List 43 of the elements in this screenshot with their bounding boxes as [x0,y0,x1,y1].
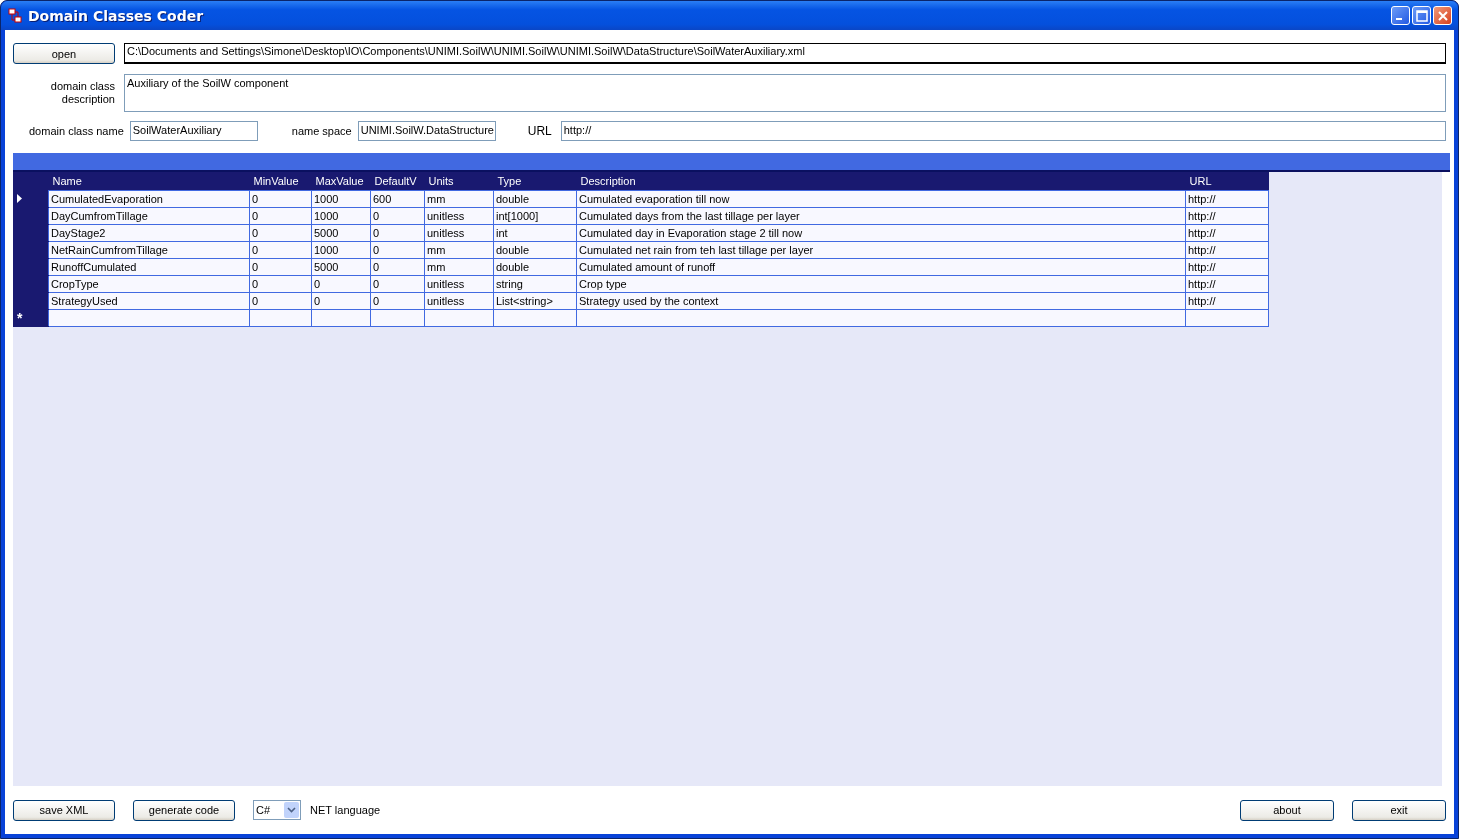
column-header[interactable]: Name [48,172,250,191]
exit-button[interactable]: exit [1352,799,1446,821]
url-label: URL [527,124,552,138]
chevron-down-icon [287,807,296,813]
window-title: Domain Classes Coder [28,7,204,24]
row-pointer-icon [17,193,22,203]
language-label: NET language [310,804,381,816]
url-field[interactable]: http:// [560,121,1446,141]
close-icon [1436,9,1449,22]
open-button[interactable]: open [13,43,115,64]
about-button[interactable]: about [1240,799,1334,821]
app-icon [7,7,23,24]
table-cell: Cumulated evaporation till now [576,190,1186,208]
save-xml-button[interactable]: save XML [13,799,115,821]
column-header[interactable]: MaxValue [311,172,371,191]
generate-code-button[interactable]: generate code [133,799,235,821]
name-space-field[interactable]: UNIMI.SoilW.DataStructure [357,121,496,141]
column-header[interactable]: Units [424,172,494,191]
table-cell: CumulatedEvaporation [48,190,250,208]
close-button[interactable] [1433,6,1452,25]
table-cell: 600 [370,190,425,208]
column-header[interactable]: Description [576,172,1186,191]
minimize-icon [1396,18,1402,20]
class-name-label: domain class name [29,125,124,137]
class-name-field[interactable]: SoilWaterAuxiliary [129,121,258,141]
table-cell: mm [424,190,494,208]
language-dropdown[interactable]: C# [253,800,301,820]
description-field[interactable]: Auxiliary of the SoilW component [124,74,1446,112]
name-space-label: name space [291,125,352,137]
description-label: domain class description [49,79,115,107]
new-row-marker: * [17,310,23,326]
column-header[interactable]: Type [493,172,577,191]
file-path-field[interactable]: C:\Documents and Settings\Simone\Desktop\IO\Components\UNIMI.SoilW\UNIMI.SoilW\UNIMI.SoilW\DataStructure\SoilWaterAuxiliary.xml [124,43,1446,64]
maximize-button[interactable] [1412,6,1431,25]
column-header[interactable]: DefaultV [370,172,425,191]
table-cell: http:// [1185,190,1269,208]
table-cell: 0 [249,190,312,208]
table-cell: 1000 [311,190,371,208]
maximize-icon [1415,9,1428,22]
column-header[interactable]: MinValue [249,172,312,191]
column-header[interactable]: URL [1185,172,1269,191]
minimize-button[interactable] [1391,6,1410,25]
table-cell: double [493,190,577,208]
